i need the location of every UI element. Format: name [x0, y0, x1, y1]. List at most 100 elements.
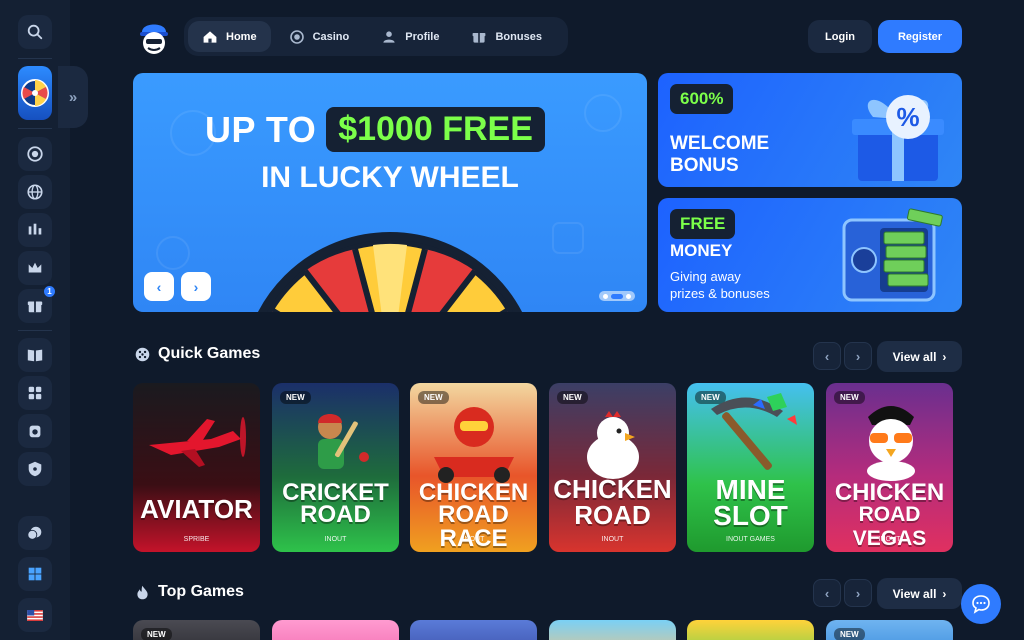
nav-casino[interactable]: Casino [275, 21, 364, 52]
game-card-chicken-road-race[interactable]: NEW CHICKEN ROAD RACE INOUT [410, 383, 537, 552]
live-chat-button[interactable] [961, 584, 1001, 624]
main-nav: Home Casino Profile Bonuses [184, 17, 568, 56]
chevron-right-icon: › [855, 585, 861, 601]
chevron-left-icon: ‹ [824, 348, 830, 364]
quick-games-heading: Quick Games [134, 345, 260, 363]
free-money-title: MONEY [670, 241, 733, 260]
welcome-bonus-banner[interactable]: 600% WELCOME BONUS % [658, 73, 962, 187]
quick-games-title: Quick Games [158, 345, 261, 362]
sidebar-item-chat[interactable] [18, 516, 52, 550]
chevron-right-icon: › [193, 278, 199, 295]
gift-icon [27, 301, 43, 313]
pagination-dot[interactable] [603, 293, 608, 299]
sidebar-item-rules[interactable] [18, 338, 52, 372]
cricket-player-illustration [318, 414, 369, 469]
new-badge: NEW [834, 628, 865, 640]
hero-prev-button[interactable]: ‹ [144, 272, 174, 301]
double-chevron-right-icon: » [68, 88, 78, 106]
sidebar-item-vip[interactable] [18, 251, 52, 285]
chevron-right-icon: › [942, 586, 947, 601]
game-provider: INOUT [324, 536, 347, 543]
us-flag-icon [27, 609, 43, 621]
shield-icon [28, 461, 42, 477]
game-provider: SPRIBE [183, 536, 210, 543]
top-game-card[interactable] [687, 620, 814, 640]
sidebar-item-casino[interactable] [18, 137, 52, 171]
top-games-next-button[interactable]: › [844, 579, 872, 607]
nav-profile-label: Profile [405, 30, 440, 43]
casino-chip-icon [289, 29, 304, 44]
chevron-right-icon: › [855, 348, 861, 364]
lucky-wheel-illustration [257, 232, 523, 312]
game-card-aviator[interactable]: AVIATOR SPRIBE [133, 383, 260, 552]
game-card-title-line1: CHICKEN [834, 479, 945, 506]
sidebar-item-live[interactable] [18, 175, 52, 209]
top-games-prev-button[interactable]: ‹ [813, 579, 841, 607]
sidebar-item-games[interactable] [18, 376, 52, 410]
site-logo[interactable] [136, 18, 172, 56]
welcome-bonus-badge: 600% [670, 84, 734, 114]
sidebar-item-support[interactable] [18, 414, 52, 448]
book-icon [27, 349, 43, 362]
safe-illustration [842, 208, 943, 302]
view-all-label: View all [892, 586, 937, 601]
game-provider: INOUT GAMES [726, 536, 775, 543]
game-card-title-line2: ROAD VEGAS [852, 503, 927, 550]
pagination-dot-active[interactable] [611, 293, 623, 299]
sidebar-item-bonuses[interactable]: 1 [18, 286, 55, 323]
game-card-title-line2: SLOT [713, 500, 788, 531]
top-game-card[interactable] [410, 620, 537, 640]
lucky-wheel-icon [21, 79, 49, 107]
vegas-chicken-illustration [867, 406, 915, 481]
register-button[interactable]: Register [878, 20, 962, 53]
welcome-bonus-title-line2: BONUS [670, 155, 739, 176]
login-button[interactable]: Login [808, 20, 872, 53]
nav-home-label: Home [226, 30, 257, 43]
language-selector[interactable] [18, 598, 52, 632]
game-card-mine-slot[interactable]: NEW MINE SLOT INOUT GAMES [687, 383, 814, 552]
sidebar-divider [18, 58, 52, 59]
search-button[interactable] [18, 15, 52, 49]
nav-bonuses[interactable]: Bonuses [457, 21, 555, 52]
quick-games-next-button[interactable]: › [844, 342, 872, 370]
sidebar-expand-button[interactable]: » [58, 66, 88, 128]
game-provider: INOUT [462, 536, 485, 543]
chevron-right-icon: › [942, 349, 947, 364]
gift-icon [473, 32, 486, 43]
top-game-card[interactable] [272, 620, 399, 640]
game-card-chicken-road[interactable]: NEW CHICKEN ROAD INOUT [549, 383, 676, 552]
free-money-badge: FREE [670, 209, 736, 239]
game-card-title-line1: CHICKEN [553, 474, 672, 504]
pagination-dot[interactable] [626, 293, 631, 299]
hero-prefix: UP TO [205, 108, 317, 150]
nav-bonuses-label: Bonuses [495, 30, 542, 43]
free-money-banner[interactable]: FREE MONEY Giving away prizes & bonuses [658, 198, 962, 312]
tournaments-icon [28, 223, 42, 235]
games-icon [28, 386, 42, 400]
game-card-chicken-road-vegas[interactable]: NEW CHICKEN ROAD VEGAS INOUT [826, 383, 953, 552]
quick-games-prev-button[interactable]: ‹ [813, 342, 841, 370]
sidebar-item-security[interactable] [18, 452, 52, 486]
hero-pagination[interactable] [599, 291, 635, 301]
sidebar-item-sports[interactable] [18, 213, 52, 247]
sidebar-item-windows-app[interactable] [18, 557, 52, 591]
top-games-view-all[interactable]: View all › [877, 578, 962, 609]
hero-next-button[interactable]: › [181, 272, 211, 301]
nav-profile[interactable]: Profile [367, 21, 453, 52]
hero-banner[interactable]: UP TO $1000 FREE IN LUCKY WHEEL ‹ › [133, 73, 647, 312]
chevron-left-icon: ‹ [824, 585, 830, 601]
chevron-left-icon: ‹ [156, 278, 162, 295]
top-game-card[interactable]: NEW [826, 620, 953, 640]
notification-badge: 1 [44, 286, 55, 297]
quick-games-view-all[interactable]: View all › [877, 341, 962, 372]
hero-subline: IN LUCKY WHEEL [261, 161, 519, 194]
sidebar-lucky-wheel-promo[interactable] [18, 66, 52, 120]
game-provider: INOUT [878, 536, 901, 543]
free-money-subtitle-line2: prizes & bonuses [670, 286, 770, 301]
top-games-heading: Top Games [134, 583, 244, 601]
new-badge: NEW [141, 628, 172, 640]
nav-home[interactable]: Home [188, 21, 271, 52]
top-game-card[interactable]: NEW [133, 620, 260, 640]
game-card-cricket-road[interactable]: NEW CRICKET ROAD INOUT [272, 383, 399, 552]
top-game-card[interactable] [549, 620, 676, 640]
